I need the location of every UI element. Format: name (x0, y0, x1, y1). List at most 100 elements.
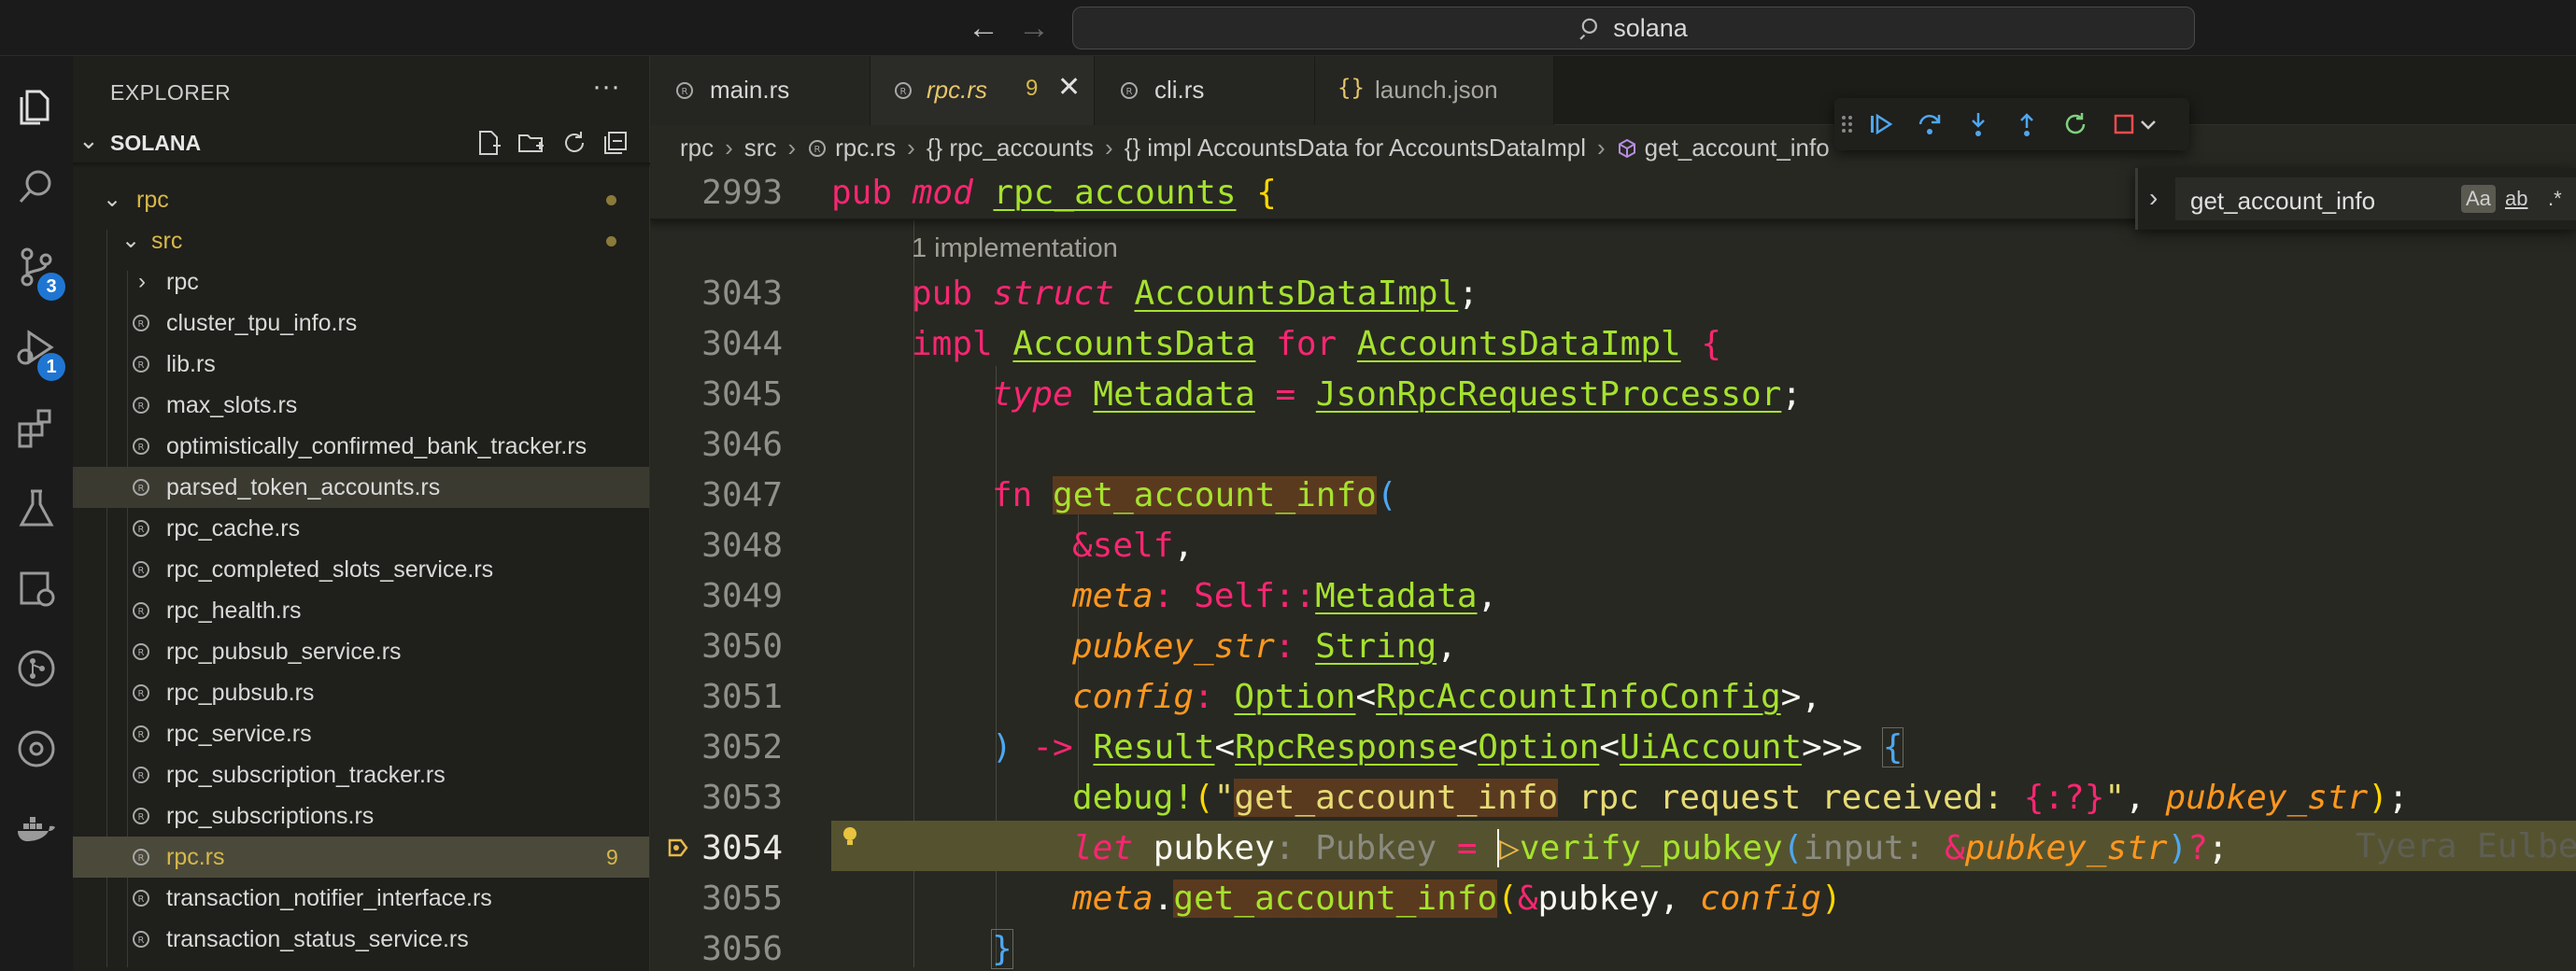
tree-item-label: optimistically_confirmed_bank_tracker.rs (166, 433, 587, 459)
breadcrumb-item[interactable]: {} impl AccountsData for AccountsDataImp… (1125, 134, 1586, 162)
activity-docker[interactable] (0, 792, 73, 866)
code-editor[interactable]: 2993 pub mod rpc_accounts { 1 implementa… (650, 170, 2576, 971)
tree-item-label: rpc.rs (166, 844, 225, 870)
svg-text:R: R (138, 894, 145, 905)
tree-folder-rpc-sub[interactable]: › rpc (73, 261, 649, 303)
lightbulb-icon[interactable] (837, 823, 863, 850)
activity-git-graph[interactable] (0, 631, 73, 706)
tree-item-label: transaction_notifier_interface.rs (166, 885, 492, 911)
find-widget: › get_account_info Aa ab .* (2135, 168, 2576, 230)
activity-gitlens[interactable] (0, 711, 73, 786)
tree-file[interactable]: R rpc_subscription_tracker.rs (73, 754, 649, 795)
problems-count: 9 (606, 845, 618, 869)
tree-file[interactable]: R max_slots.rs (73, 385, 649, 426)
stop-icon[interactable] (2107, 107, 2141, 141)
svg-text:R: R (138, 484, 145, 494)
activity-testing[interactable] (0, 471, 73, 545)
code-line: &self, (1072, 527, 1195, 565)
breadcrumb-item[interactable]: get_account_info (1645, 134, 1830, 162)
tree-file-active[interactable]: R rpc.rs 9 (73, 837, 649, 878)
tree-item-label: rpc_completed_slots_service.rs (166, 556, 494, 583)
activity-source-control[interactable]: 3 (0, 230, 73, 304)
tree-file[interactable]: R optimistically_confirmed_bank_tracker.… (73, 426, 649, 467)
new-file-icon[interactable] (474, 129, 502, 157)
find-input[interactable]: get_account_info Aa ab .* (2175, 177, 2576, 220)
tree-file[interactable]: R parsed_token_accounts.rs (73, 467, 649, 508)
activity-bar: 3 1 (0, 56, 73, 971)
debug-stop-marker-icon[interactable] (667, 837, 689, 859)
modified-dot (606, 236, 616, 246)
activity-extensions[interactable] (0, 390, 73, 465)
breadcrumb-item[interactable]: src (744, 134, 777, 162)
code-line: config: Option<RpcAccountInfoConfig>, (1072, 678, 1821, 716)
new-folder-icon[interactable] (517, 129, 545, 157)
tree-file[interactable]: R transaction_notifier_interface.rs (73, 878, 649, 919)
tree-file[interactable]: R cluster_tpu_info.rs (73, 303, 649, 344)
activity-search[interactable] (0, 149, 73, 224)
breadcrumb-item[interactable]: rpc (680, 134, 714, 162)
arrow-right-icon[interactable]: → (1018, 7, 1050, 49)
tab-label: cli.rs (1154, 76, 1205, 104)
code-line: pubkey_str: String, (1072, 627, 1457, 666)
whole-word-toggle[interactable]: ab (2500, 185, 2532, 213)
tree-item-label: lib.rs (166, 351, 216, 377)
restart-icon[interactable] (2059, 107, 2092, 141)
tree-file[interactable]: R rpc_subscriptions.rs (73, 795, 649, 837)
toggle-replace-icon[interactable]: › (2149, 183, 2158, 213)
tree-item-label: rpc_health.rs (166, 598, 302, 624)
close-icon[interactable]: ✕ (1057, 71, 1081, 104)
code-line: meta: Self::Metadata, (1072, 577, 1498, 615)
workspace-folder-header[interactable]: ⌄ SOLANA (73, 123, 650, 161)
tree-item-label: src (151, 228, 183, 254)
chevron-down-icon[interactable] (2137, 107, 2159, 141)
tab-problems-count: 9 (1026, 76, 1039, 101)
tree-file[interactable]: R lib.rs (73, 344, 649, 385)
extensions-icon (18, 409, 51, 448)
tab-launch-json[interactable]: {} launch.json (1315, 56, 1554, 125)
debug-toolbar (1834, 98, 2189, 150)
collapse-all-icon[interactable] (602, 129, 630, 157)
match-case-toggle[interactable]: Aa (2461, 185, 2496, 213)
breadcrumb-item[interactable]: rpc.rs (835, 134, 896, 162)
tree-file[interactable]: R rpc_service.rs (73, 713, 649, 754)
svg-text:R: R (138, 319, 145, 330)
rust-file-icon: R (133, 808, 149, 824)
tree-file[interactable]: R rpc_health.rs (73, 590, 649, 631)
continue-icon[interactable] (1864, 107, 1898, 141)
tree-file[interactable]: R transaction_status_service.rs (73, 919, 649, 960)
svg-text:R: R (682, 87, 688, 97)
refresh-icon[interactable] (560, 129, 588, 157)
chevron-down-icon: ⌄ (103, 187, 122, 212)
tree-folder-src[interactable]: ⌄ src (73, 220, 649, 261)
arrow-left-icon[interactable]: ← (968, 7, 999, 49)
files-icon (20, 90, 50, 125)
tree-file[interactable]: R rpc_pubsub_service.rs (73, 631, 649, 672)
tree-item-label: transaction_status_service.rs (166, 926, 469, 952)
rust-file-icon: R (133, 931, 149, 948)
tab-main-rs[interactable]: R main.rs (650, 56, 870, 125)
activity-remote-explorer[interactable] (0, 551, 73, 626)
command-center-search[interactable]: solana (1072, 7, 2195, 49)
svg-text:R: R (138, 689, 145, 699)
tree-file[interactable]: R rpc_cache.rs (73, 508, 649, 549)
rust-file-icon: R (133, 767, 149, 783)
activity-explorer[interactable] (0, 69, 73, 144)
drag-handle-icon[interactable] (1838, 107, 1857, 141)
step-out-icon[interactable] (2010, 107, 2044, 141)
svg-text:R: R (138, 936, 145, 946)
more-actions-icon[interactable]: ··· (592, 71, 620, 103)
tab-rpc-rs[interactable]: R rpc.rs 9 ✕ (870, 56, 1095, 125)
tree-folder-rpc[interactable]: ⌄ rpc (73, 179, 649, 220)
activity-run-debug[interactable]: 1 (0, 310, 73, 385)
regex-toggle[interactable]: .* (2543, 185, 2567, 213)
line-number: 3047 (701, 476, 783, 514)
step-over-icon[interactable] (1913, 107, 1946, 141)
code-line: type Metadata = JsonRpcRequestProcessor; (992, 375, 1803, 414)
step-into-icon[interactable] (1961, 107, 1995, 141)
tab-cli-rs[interactable]: R cli.rs (1095, 56, 1315, 125)
breadcrumb-item[interactable]: {} rpc_accounts (927, 134, 1094, 162)
codelens-implementations[interactable]: 1 implementation (912, 233, 1118, 264)
tree-file[interactable]: R rpc_completed_slots_service.rs (73, 549, 649, 590)
explorer-title: EXPLORER (110, 80, 232, 105)
tree-file[interactable]: R rpc_pubsub.rs (73, 672, 649, 713)
